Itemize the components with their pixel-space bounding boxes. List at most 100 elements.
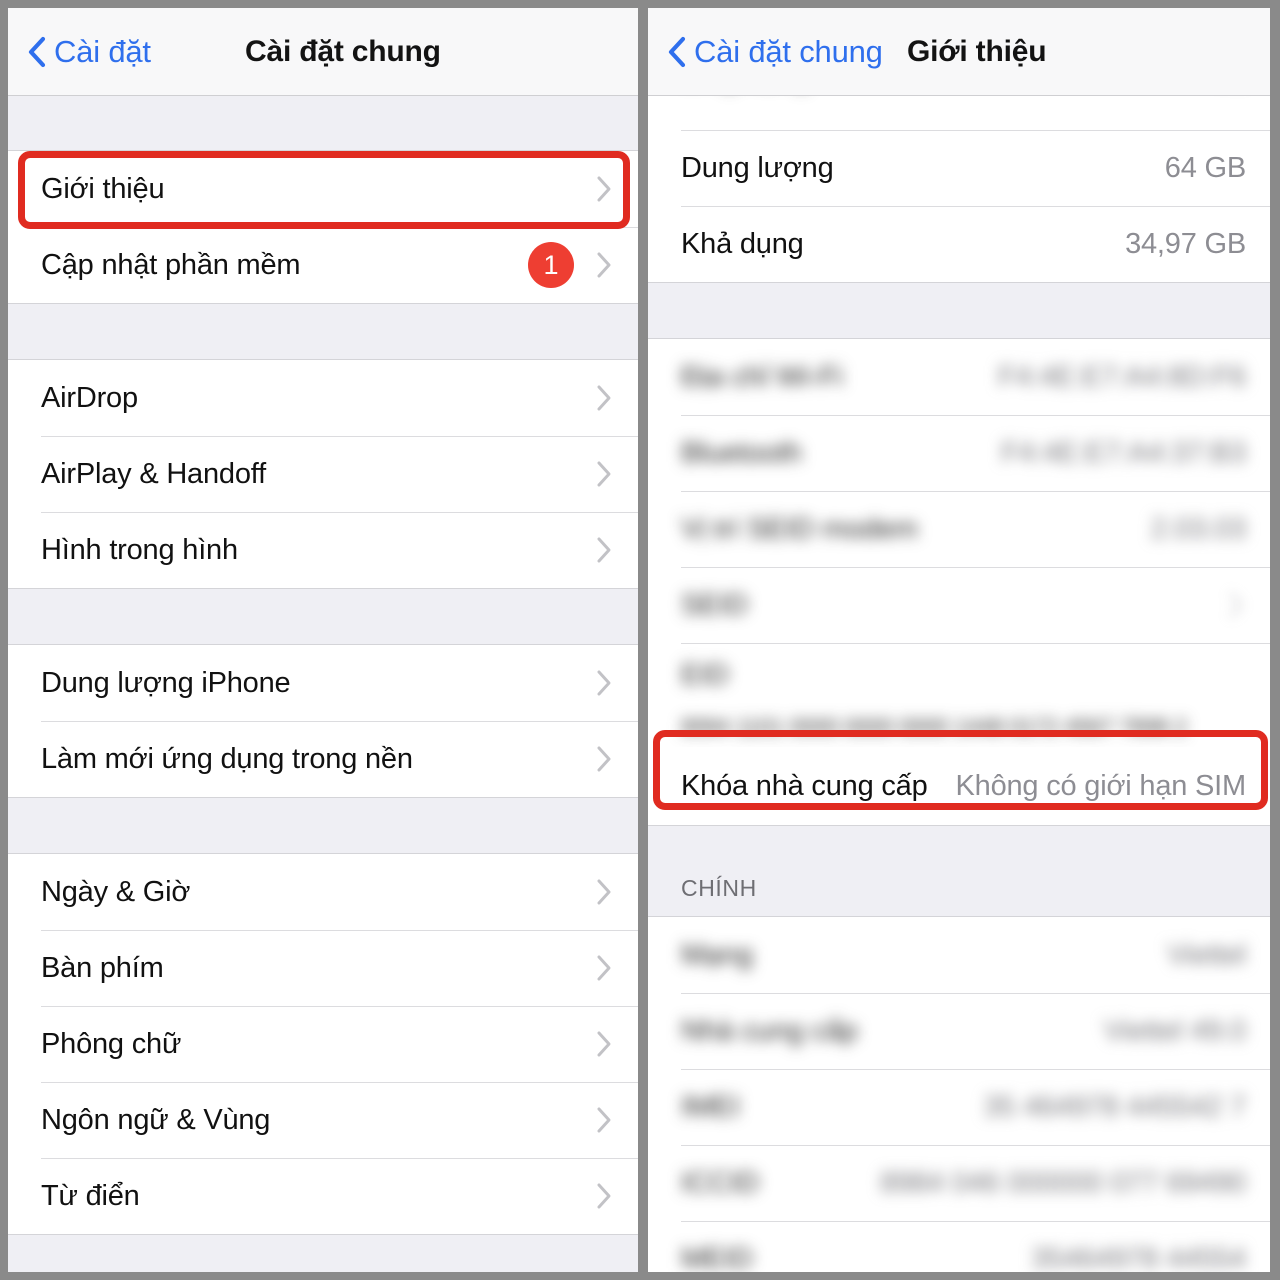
about-group-storage: Ứng dụng 78 Dung lượng 64 GB Khả dụng 34… [648,96,1270,282]
right-navbar: Cài đặt chung Giới thiệu [648,8,1270,96]
chevron-right-icon [597,955,611,981]
row-label: Bluetooth [681,436,802,469]
row-value: 64 GB [1164,151,1246,184]
row-label: Khả dụng [681,227,804,260]
chevron-right-icon [597,537,611,563]
section-header-chinh: CHÍNH [648,825,1270,917]
row-label: Vị trí SEID modem [681,512,918,545]
row-value: 8984 046 000000 077 69490 [880,1166,1246,1199]
dual-screenshot-stage: Cài đặt Cài đặt chung Giới thiệu Cập nhậ… [0,0,1280,1280]
row-label: Ngày & Giờ [41,875,191,908]
row-label: Địa chỉ Wi-Fi [681,360,843,393]
left-navbar: Cài đặt Cài đặt chung [8,8,638,96]
row-lam-moi-ung-dung[interactable]: Làm mới ứng dụng trong nền [8,721,638,797]
row-redacted-bluetooth: Bluetooth F4:4E:E7:A4:37:B3 [648,415,1270,491]
list-gap [648,282,1270,339]
chevron-right-icon [597,176,611,202]
row-ngay-gio[interactable]: Ngày & Giờ [8,854,638,930]
chevron-right-icon [597,879,611,905]
row-airdrop[interactable]: AirDrop [8,360,638,436]
row-ngon-ngu-vung[interactable]: Ngôn ngữ & Vùng [8,1082,638,1158]
left-settings-list[interactable]: Giới thiệu Cập nhật phần mềm 1 AirDrop A… [8,96,638,1272]
row-value: 35464978 44554 [1031,1242,1246,1273]
list-gap [8,96,638,151]
right-back-button[interactable]: Cài đặt chung [668,8,883,95]
row-label: ICCID [681,1166,759,1199]
list-gap [8,303,638,360]
row-redacted-seid[interactable]: SEID [648,567,1270,643]
row-value: F4:4E:E7:A4:37:B3 [1001,436,1246,469]
right-page-title: Giới thiệu [907,34,1047,68]
row-redacted-iccid: ICCID 8984 046 000000 077 69490 [648,1145,1270,1221]
row-label: Nhà cung cấp [681,1014,858,1047]
row-label: AirPlay & Handoff [41,457,266,490]
row-cap-nhat-phan-mem[interactable]: Cập nhật phần mềm 1 [8,227,638,303]
row-value: 2.03.03 [1150,512,1247,545]
row-redacted-imei: IMEI 35 464978 445542 7 [648,1069,1270,1145]
row-value: Viettel [1167,938,1246,971]
chevron-right-icon [597,252,611,278]
row-value: Không có giới hạn SIM [955,769,1247,802]
about-settings-list[interactable]: Ứng dụng 78 Dung lượng 64 GB Khả dụng 34… [648,96,1270,1272]
left-back-button[interactable]: Cài đặt [28,8,151,95]
row-ban-phim[interactable]: Bàn phím [8,930,638,1006]
row-ung-dung-clipped[interactable]: Ứng dụng 78 [648,96,1270,130]
chevron-left-icon [668,36,686,67]
settings-group-sharing: AirDrop AirPlay & Handoff Hình trong hìn… [8,360,638,588]
row-value: 35 464978 445542 7 [983,1090,1247,1123]
left-back-label: Cài đặt [54,33,151,69]
row-label: Cập nhật phần mềm [41,248,301,281]
list-gap [8,797,638,854]
chevron-right-icon [597,1183,611,1209]
row-khoa-nha-cung-cap: Khóa nhà cung cấp Không có giới hạn SIM [648,747,1270,825]
row-kha-dung: Khả dụng 34,97 GB [648,206,1270,282]
row-label: Bàn phím [41,951,164,984]
row-redacted-modem-firmware: Vị trí SEID modem 2.03.03 [648,491,1270,567]
row-label: MEID [681,1242,753,1273]
settings-group-about: Giới thiệu Cập nhật phần mềm 1 [8,151,638,303]
settings-group-storage: Dung lượng iPhone Làm mới ứng dụng trong… [8,645,638,797]
left-page-title: Cài đặt chung [245,34,441,68]
chevron-right-icon [597,1107,611,1133]
right-phone-screen: Cài đặt chung Giới thiệu Ứng dụng 78 Dun… [648,8,1270,1272]
update-badge-count: 1 [528,242,574,288]
row-tu-dien[interactable]: Từ điển [8,1158,638,1234]
chevron-left-icon [28,36,46,67]
row-redacted-network: Mạng Viettel [648,917,1270,993]
list-gap [8,1234,638,1272]
row-value: F4:4E:E7:A4:8D:F6 [997,360,1246,393]
row-redacted-meid: MEID 35464978 44554 [648,1221,1270,1272]
row-label: Ngôn ngữ & Vùng [41,1103,271,1136]
row-dung-luong: Dung lượng 64 GB [648,130,1270,206]
row-value: Viettel 49.0 [1103,1014,1246,1047]
row-subnote: 8994 1101 0000 0000 0000 1448 0172 4567 … [681,713,1188,739]
row-value: 34,97 GB [1125,227,1246,260]
settings-group-locale: Ngày & Giờ Bàn phím Phông chữ Ngôn ngữ &… [8,854,638,1234]
about-group-carrier-lock: Khóa nhà cung cấp Không có giới hạn SIM [648,747,1270,825]
chevron-right-icon [597,461,611,487]
row-hinh-trong-hinh[interactable]: Hình trong hình [8,512,638,588]
row-label: Hình trong hình [41,533,238,566]
row-label: EID [681,659,729,691]
row-redacted-wifi-address: Địa chỉ Wi-Fi F4:4E:E7:A4:8D:F6 [648,339,1270,415]
right-back-label: Cài đặt chung [694,33,883,69]
row-label: AirDrop [41,381,138,414]
row-airplay-handoff[interactable]: AirPlay & Handoff [8,436,638,512]
about-group-chinh: Mạng Viettel Nhà cung cấp Viettel 49.0 I… [648,917,1270,1272]
row-gioi-thieu[interactable]: Giới thiệu [8,151,638,227]
row-label: Khóa nhà cung cấp [681,769,928,802]
row-label: Dung lượng iPhone [41,666,291,699]
row-label: SEID [681,588,748,621]
row-dung-luong-iphone[interactable]: Dung lượng iPhone [8,645,638,721]
row-redacted-carrier: Nhà cung cấp Viettel 49.0 [648,993,1270,1069]
row-label: Giới thiệu [41,172,165,205]
chevron-right-icon [597,385,611,411]
row-label: Mạng [681,938,753,971]
row-phong-chu[interactable]: Phông chữ [8,1006,638,1082]
row-label: Phông chữ [41,1027,182,1060]
chevron-right-icon [1229,592,1243,618]
chevron-right-icon [597,746,611,772]
row-label: Dung lượng [681,151,834,184]
row-label: IMEI [681,1090,740,1123]
row-label: Làm mới ứng dụng trong nền [41,742,413,775]
